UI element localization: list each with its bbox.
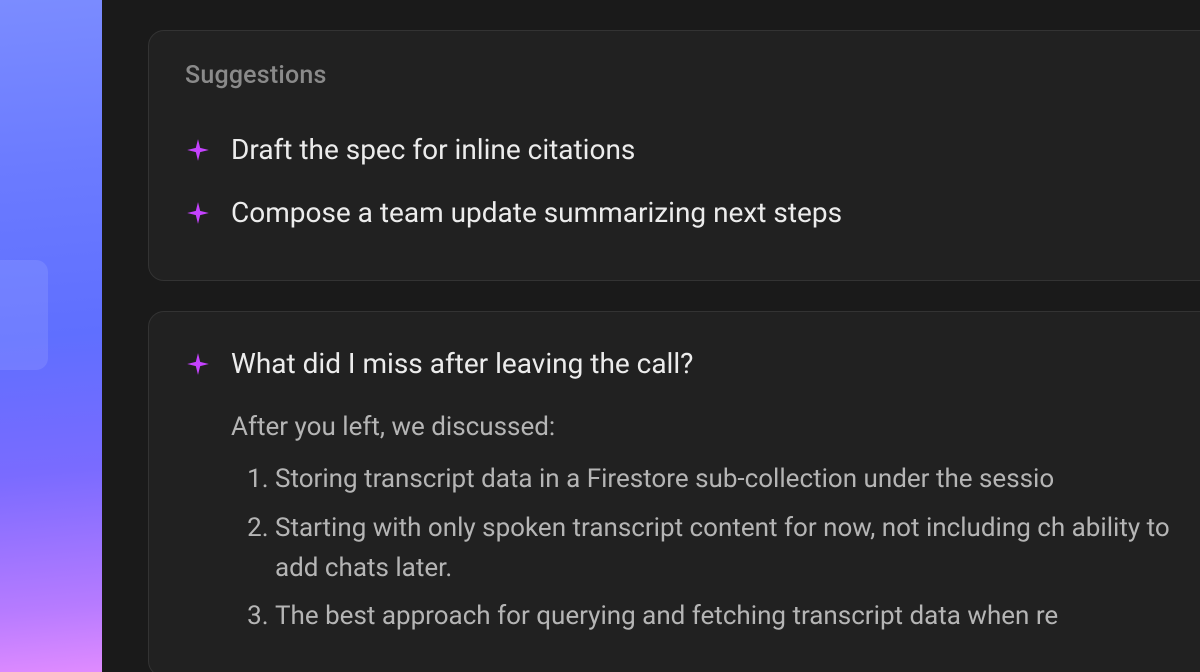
list-item: The best approach for querying and fetch…	[275, 592, 1200, 640]
suggestion-label: Draft the spec for inline citations	[231, 132, 635, 167]
qa-question-text: What did I miss after leaving the call?	[231, 346, 693, 381]
sparkle-icon	[185, 200, 211, 226]
sparkle-icon	[185, 137, 211, 163]
qa-panel: What did I miss after leaving the call? …	[148, 311, 1200, 672]
qa-answer-list: Storing transcript data in a Firestore s…	[231, 455, 1200, 640]
qa-question-row: What did I miss after leaving the call?	[185, 346, 1200, 381]
suggestion-label: Compose a team update summarizing next s…	[231, 195, 842, 230]
qa-answer-body: After you left, we discussed: Storing tr…	[231, 407, 1200, 640]
main-content: Suggestions Draft the spec for inline ci…	[108, 0, 1200, 672]
suggestion-item[interactable]: Draft the spec for inline citations	[185, 118, 1200, 181]
qa-lead-text: After you left, we discussed:	[231, 407, 1200, 447]
sidebar-gradient	[0, 0, 108, 672]
list-item: Starting with only spoken transcript con…	[275, 504, 1200, 593]
suggestions-heading: Suggestions	[185, 61, 1200, 90]
sidebar-bump-decor	[0, 260, 48, 370]
suggestion-item[interactable]: Compose a team update summarizing next s…	[185, 181, 1200, 244]
app-viewport: Suggestions Draft the spec for inline ci…	[0, 0, 1200, 672]
suggestions-panel: Suggestions Draft the spec for inline ci…	[148, 30, 1200, 281]
list-item: Storing transcript data in a Firestore s…	[275, 455, 1200, 503]
sparkle-icon	[185, 351, 211, 377]
